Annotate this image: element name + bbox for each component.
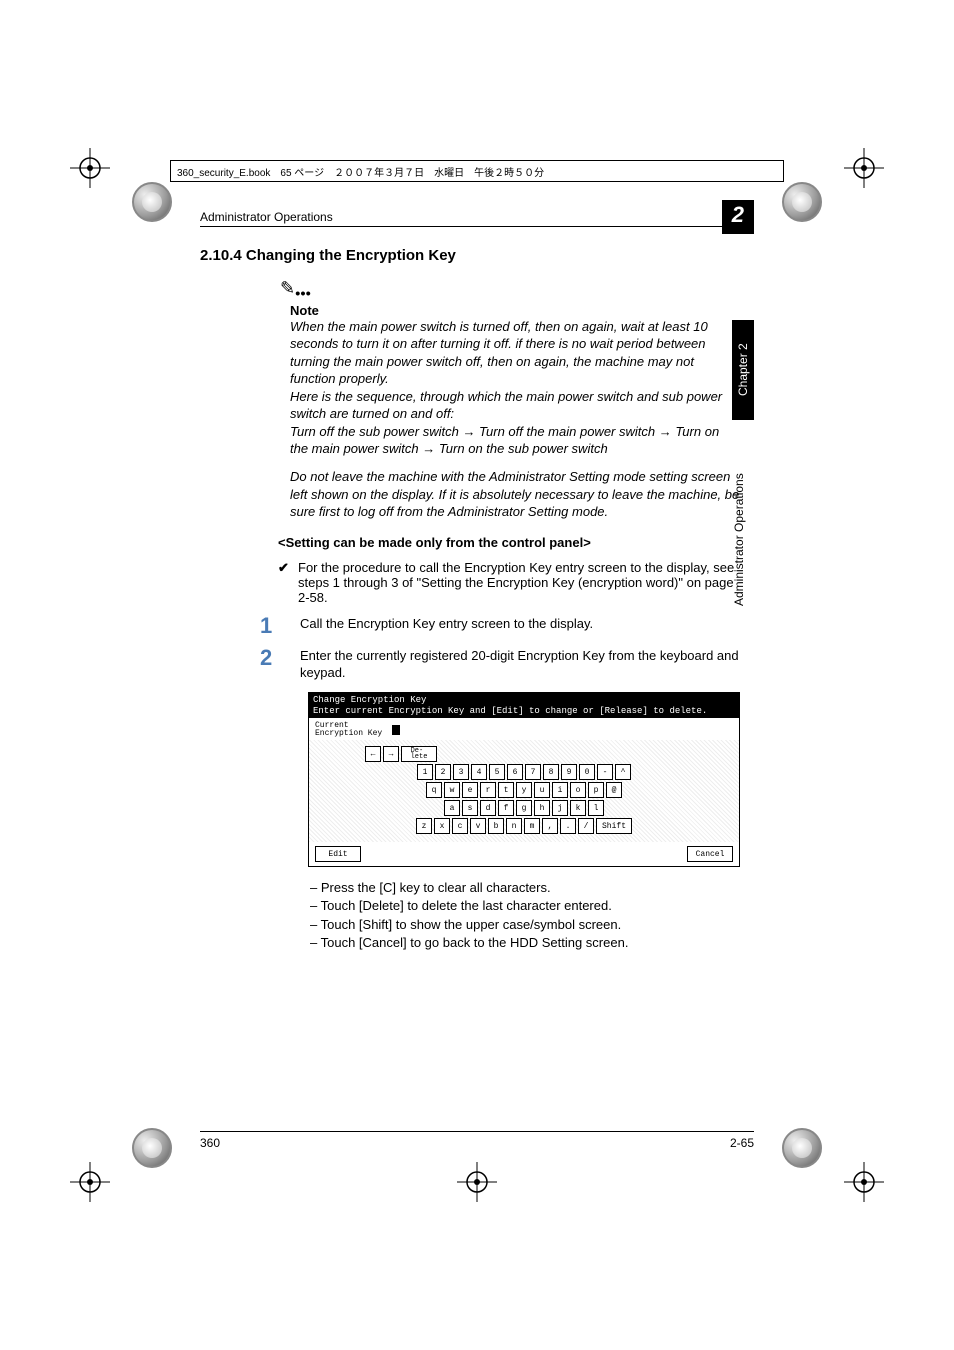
key-x[interactable]: x (434, 818, 450, 834)
step-number: 2 (260, 647, 300, 682)
wheel-icon (782, 1128, 822, 1168)
key-3[interactable]: 3 (453, 764, 469, 780)
key-s[interactable]: s (462, 800, 478, 816)
crop-mark-bottom-left (70, 1162, 110, 1202)
key-/[interactable]: / (578, 818, 594, 834)
key-l[interactable]: l (588, 800, 604, 816)
key-z[interactable]: z (416, 818, 432, 834)
key-m[interactable]: m (524, 818, 540, 834)
key-6[interactable]: 6 (507, 764, 523, 780)
cursor-icon (392, 725, 400, 735)
key-a[interactable]: a (444, 800, 460, 816)
key-4[interactable]: 4 (471, 764, 487, 780)
footer-left: 360 (200, 1136, 220, 1150)
key-^[interactable]: ^ (615, 764, 631, 780)
wheel-icon (132, 182, 172, 222)
key-row-1: 1234567890-^ (315, 764, 733, 780)
note-para: Turn off the sub power switch → Turn off… (290, 423, 740, 458)
step-text: Enter the currently registered 20-digit … (300, 647, 740, 682)
dash-item: – Touch [Shift] to show the upper case/s… (310, 916, 740, 934)
page-content: Administrator Operations 2.10.4 Changing… (200, 210, 740, 952)
key-v[interactable]: v (470, 818, 486, 834)
note-icon: ✎••• (280, 278, 740, 303)
wheel-icon (132, 1128, 172, 1168)
file-header: 360_security_E.book 65 ページ ２００７年３月７日 水曜日… (170, 160, 784, 182)
wheel-icon (782, 182, 822, 222)
cancel-button[interactable]: Cancel (687, 846, 733, 862)
key-j[interactable]: j (552, 800, 568, 816)
key-8[interactable]: 8 (543, 764, 559, 780)
encryption-key-panel: Change Encryption Key Enter current Encr… (308, 692, 740, 868)
key-n[interactable]: n (506, 818, 522, 834)
crop-mark-bottom-right (844, 1162, 884, 1202)
delete-key[interactable]: De- lete (401, 746, 437, 762)
key-row-3: asdfghjkl (315, 800, 733, 816)
key-t[interactable]: t (498, 782, 514, 798)
key-y[interactable]: y (516, 782, 532, 798)
key-e[interactable]: e (462, 782, 478, 798)
key-row-4: zxcvbnm,./Shift (315, 818, 733, 834)
key-1[interactable]: 1 (417, 764, 433, 780)
key-f[interactable]: f (498, 800, 514, 816)
key-.[interactable]: . (560, 818, 576, 834)
key-g[interactable]: g (516, 800, 532, 816)
nav-right-key[interactable]: → (383, 746, 399, 762)
key-b[interactable]: b (488, 818, 504, 834)
key-0[interactable]: 0 (579, 764, 595, 780)
key-7[interactable]: 7 (525, 764, 541, 780)
rule (200, 226, 740, 227)
key-w[interactable]: w (444, 782, 460, 798)
dash-item: – Touch [Delete] to delete the last char… (310, 897, 740, 915)
dash-item: – Press the [C] key to clear all charact… (310, 879, 740, 897)
check-text: For the procedure to call the Encryption… (298, 560, 740, 605)
nav-left-key[interactable]: ← (365, 746, 381, 762)
check-icon: ✔ (278, 560, 298, 605)
panel-keyboard: ← → De- lete 1234567890-^ qwertyuiop@ as… (309, 740, 739, 842)
note-para: Here is the sequence, through which the … (290, 388, 740, 423)
check-paragraph: ✔ For the procedure to call the Encrypti… (278, 560, 740, 605)
panel-field: Current Encryption Key (309, 718, 739, 740)
key-9[interactable]: 9 (561, 764, 577, 780)
note-label: Note (290, 303, 740, 318)
shift-key[interactable]: Shift (596, 818, 632, 834)
key--[interactable]: - (597, 764, 613, 780)
section-heading: 2.10.4 Changing the Encryption Key (200, 247, 740, 264)
panel-title: Change Encryption Key Enter current Encr… (309, 693, 739, 719)
key-q[interactable]: q (426, 782, 442, 798)
setting-subhead: <Setting can be made only from the contr… (278, 535, 740, 550)
edit-button[interactable]: Edit (315, 846, 361, 862)
key-,[interactable]: , (542, 818, 558, 834)
key-@[interactable]: @ (606, 782, 622, 798)
key-row-2: qwertyuiop@ (315, 782, 733, 798)
running-head: Administrator Operations (200, 210, 740, 224)
crop-mark-bottom-center (457, 1162, 497, 1202)
key-2[interactable]: 2 (435, 764, 451, 780)
dash-item: – Touch [Cancel] to go back to the HDD S… (310, 934, 740, 952)
note-para: Do not leave the machine with the Admini… (290, 468, 740, 521)
note-para: When the main power switch is turned off… (290, 318, 740, 388)
key-5[interactable]: 5 (489, 764, 505, 780)
step-1: 1 Call the Encryption Key entry screen t… (200, 615, 740, 637)
field-label: Current Encryption Key (315, 722, 382, 738)
step-text: Call the Encryption Key entry screen to … (300, 615, 740, 637)
dash-list: – Press the [C] key to clear all charact… (310, 879, 740, 952)
key-i[interactable]: i (552, 782, 568, 798)
key-r[interactable]: r (480, 782, 496, 798)
key-h[interactable]: h (534, 800, 550, 816)
key-p[interactable]: p (588, 782, 604, 798)
step-number: 1 (260, 615, 300, 637)
key-c[interactable]: c (452, 818, 468, 834)
key-u[interactable]: u (534, 782, 550, 798)
key-k[interactable]: k (570, 800, 586, 816)
footer-right: 2-65 (730, 1136, 754, 1150)
crop-mark-top-right (844, 148, 884, 188)
page-footer: 360 2-65 (200, 1131, 754, 1150)
crop-mark-top-left (70, 148, 110, 188)
step-2: 2 Enter the currently registered 20-digi… (200, 647, 740, 682)
key-o[interactable]: o (570, 782, 586, 798)
key-d[interactable]: d (480, 800, 496, 816)
